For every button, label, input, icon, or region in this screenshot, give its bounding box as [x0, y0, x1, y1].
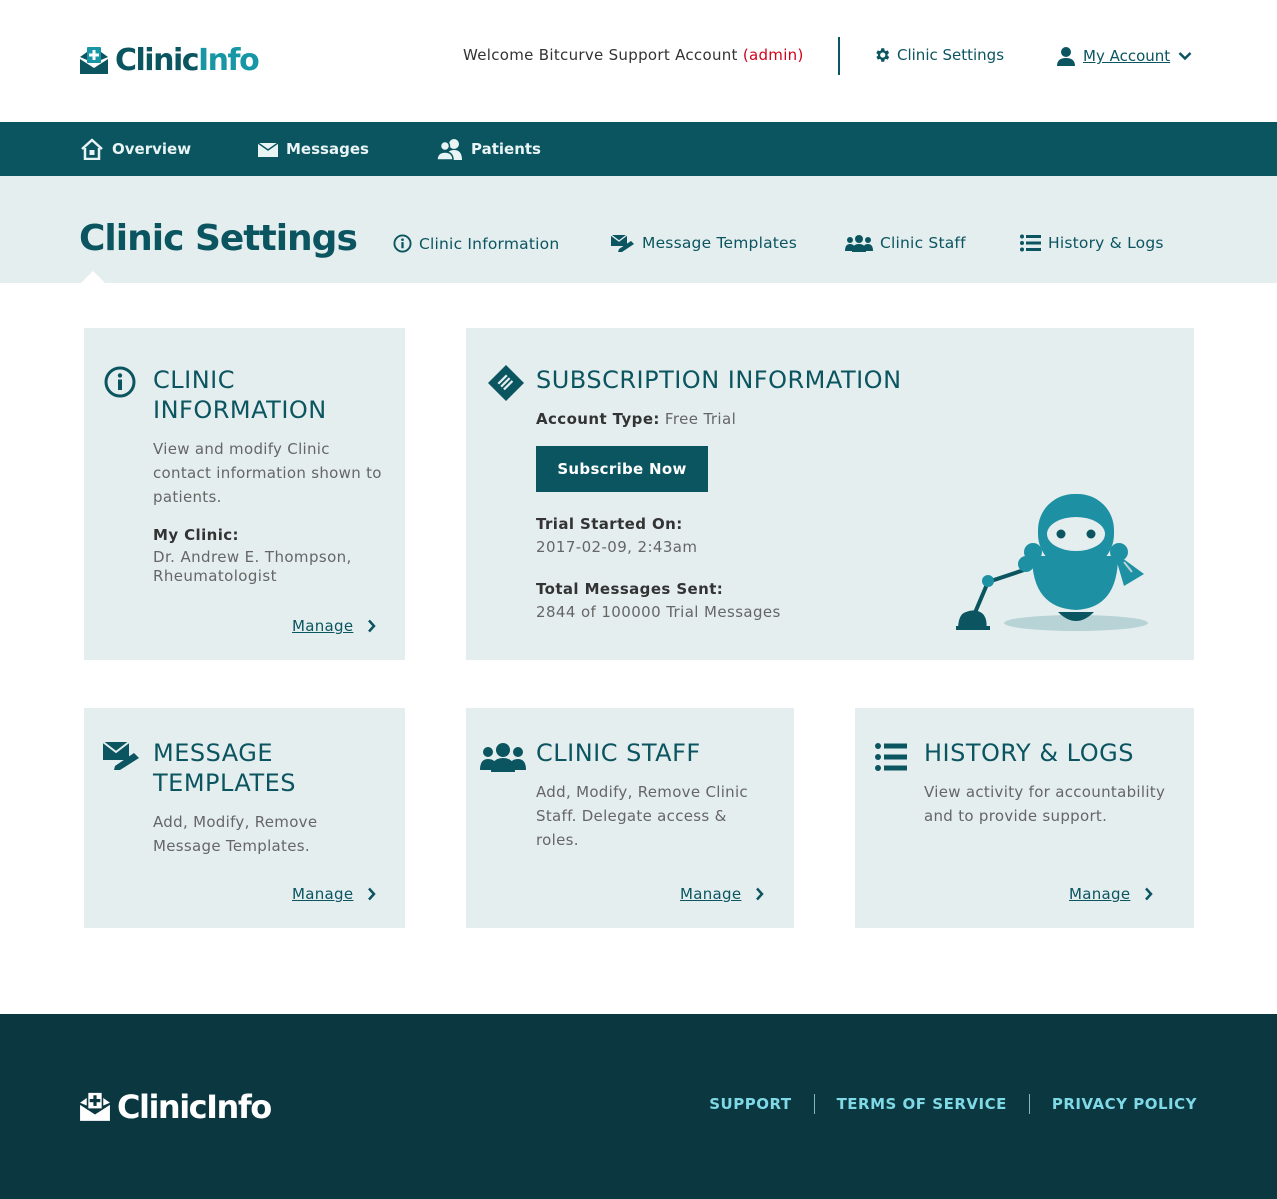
history-logs-card: HISTORY & LOGS View activity for account… — [855, 708, 1194, 928]
site-header: ClinicInfo Welcome Bitcurve Support Acco… — [0, 0, 1277, 122]
main-nav: Overview Messages Patients — [0, 122, 1277, 176]
user-icon — [1057, 47, 1075, 66]
ticket-icon — [488, 365, 524, 401]
tab-clinic-staff[interactable]: Clinic Staff — [845, 234, 966, 252]
clinic-staff-card: CLINIC STAFF Add, Modify, Remove Clinic … — [466, 708, 794, 928]
my-account-menu[interactable]: My Account — [1057, 46, 1192, 66]
my-account-label: My Account — [1083, 47, 1171, 65]
card-description: Add, Modify, Remove Message Templates. — [153, 813, 318, 855]
tab-label-message-templates: Message Templates — [642, 234, 798, 252]
tab-clinic-information[interactable]: Clinic Information — [393, 234, 559, 253]
welcome-message: Welcome Bitcurve Support Account (admin) — [463, 46, 804, 64]
logo-text: ClinicInfo — [115, 43, 260, 78]
logo-text-info: Info — [198, 43, 260, 78]
message-templates-card: MESSAGE TEMPLATES Add, Modify, Remove Me… — [84, 708, 405, 928]
card-title: MESSAGE TEMPLATES — [153, 739, 297, 797]
chevron-down-icon — [1178, 52, 1192, 61]
messages-sent-label: Total Messages Sent: — [536, 580, 724, 598]
tab-label-clinic-staff: Clinic Staff — [880, 234, 966, 252]
chevron-right-icon — [756, 887, 765, 901]
footer-separator — [1028, 1094, 1030, 1114]
footer-separator — [813, 1094, 815, 1114]
nav-label-messages: Messages — [286, 140, 369, 158]
settings-subheader: Clinic Settings Clinic Information Messa… — [0, 176, 1277, 283]
list-icon — [875, 743, 907, 771]
manage-label: Manage — [292, 617, 354, 635]
account-type-row: Account Type: Free Trial — [536, 409, 736, 428]
clinic-settings-link[interactable]: Clinic Settings — [873, 46, 1004, 64]
tab-label-clinic-information: Clinic Information — [419, 234, 560, 253]
home-icon — [81, 138, 103, 160]
card-description: View activity for accountability and to … — [924, 783, 1166, 825]
card-title: HISTORY & LOGS — [924, 739, 1134, 767]
footer-link-terms[interactable]: TERMS OF SERVICE — [837, 1095, 1007, 1113]
envelope-icon — [258, 142, 278, 157]
info-icon — [104, 366, 136, 398]
account-type-value: Free Trial — [664, 410, 737, 428]
chevron-right-icon — [368, 887, 377, 901]
manage-clinic-information-link[interactable]: Manage — [292, 617, 377, 635]
users-icon — [437, 139, 462, 160]
header-divider — [838, 37, 840, 75]
my-clinic-value: Dr. Andrew E. Thompson, Rheumatologist — [153, 548, 352, 585]
manage-message-templates-link[interactable]: Manage — [292, 885, 377, 903]
gear-icon — [876, 48, 890, 62]
site-footer: ClinicInfo SUPPORT TERMS OF SERVICE PRIV… — [0, 1014, 1277, 1199]
footer-logo[interactable]: ClinicInfo — [79, 1088, 272, 1126]
clinicinfo-logo[interactable]: ClinicInfo — [79, 43, 260, 78]
footer-logo-text: ClinicInfo — [117, 1088, 272, 1126]
clinic-information-card: CLINIC INFORMATION View and modify Clini… — [84, 328, 405, 660]
manage-label: Manage — [292, 885, 354, 903]
trial-started-label: Trial Started On: — [536, 515, 683, 533]
card-title: CLINIC INFORMATION — [153, 366, 327, 424]
subscription-information-card: SUBSCRIPTION INFORMATION Account Type: F… — [466, 328, 1194, 660]
medical-envelope-icon — [80, 1092, 110, 1121]
chevron-right-icon — [368, 619, 377, 633]
account-type-label: Account Type: — [536, 410, 660, 428]
page-title: Clinic Settings — [79, 218, 358, 259]
clinic-settings-label: Clinic Settings — [897, 46, 1005, 64]
medical-envelope-icon — [80, 46, 108, 74]
card-description: View and modify Clinic contact informati… — [153, 440, 382, 506]
nav-label-overview: Overview — [112, 140, 192, 158]
card-title: SUBSCRIPTION INFORMATION — [536, 366, 902, 394]
robot-mascot-illustration — [956, 494, 1148, 631]
template-icon — [611, 234, 634, 252]
footer-links: SUPPORT TERMS OF SERVICE PRIVACY POLICY — [709, 1094, 1197, 1114]
nav-item-messages[interactable]: Messages — [258, 122, 369, 176]
footer-link-privacy[interactable]: PRIVACY POLICY — [1052, 1095, 1197, 1113]
welcome-text: Welcome Bitcurve Support Account — [463, 46, 743, 64]
card-title: CLINIC STAFF — [536, 739, 701, 767]
messages-sent-value: 2844 of 100000 Trial Messages — [536, 603, 781, 621]
template-icon — [103, 742, 139, 770]
manage-clinic-staff-link[interactable]: Manage — [680, 885, 765, 903]
user-role-badge: (admin) — [742, 46, 804, 64]
footer-link-support[interactable]: SUPPORT — [709, 1095, 791, 1113]
staff-icon — [480, 743, 526, 772]
info-icon — [393, 234, 412, 253]
subscribe-now-button[interactable]: Subscribe Now — [536, 446, 708, 492]
manage-history-logs-link[interactable]: Manage — [1069, 885, 1154, 903]
manage-label: Manage — [1069, 885, 1131, 903]
trial-started-value: 2017-02-09, 2:43am — [536, 538, 698, 556]
nav-item-patients[interactable]: Patients — [437, 122, 541, 176]
logo-text-clinic: Clinic — [115, 43, 200, 78]
chevron-right-icon — [1145, 887, 1154, 901]
tab-label-history-logs: History & Logs — [1048, 234, 1164, 252]
manage-label: Manage — [680, 885, 742, 903]
my-clinic-label: My Clinic: — [153, 526, 239, 544]
nav-label-patients: Patients — [471, 140, 541, 158]
tab-history-logs[interactable]: History & Logs — [1020, 234, 1164, 252]
nav-item-overview[interactable]: Overview — [80, 122, 191, 176]
list-icon — [1020, 234, 1041, 252]
staff-icon — [845, 235, 873, 252]
tab-message-templates[interactable]: Message Templates — [611, 234, 797, 252]
card-description: Add, Modify, Remove Clinic Staff. Delega… — [536, 783, 748, 849]
active-indicator-caret — [81, 271, 105, 283]
